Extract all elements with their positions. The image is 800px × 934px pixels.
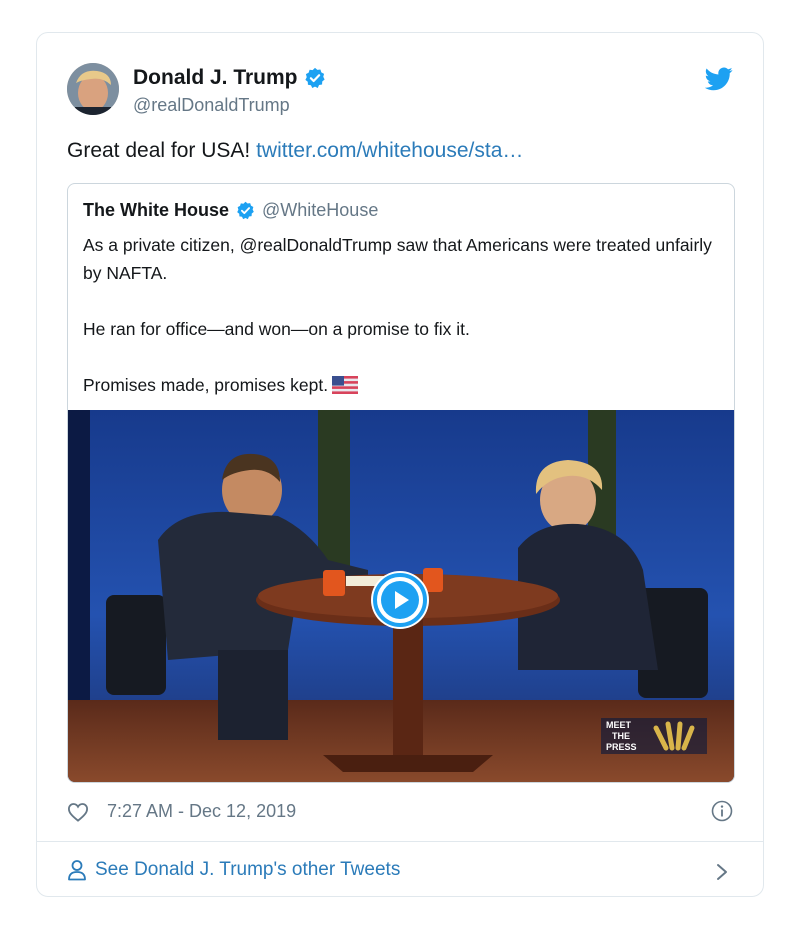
info-icon[interactable]: [711, 800, 733, 822]
watermark-line: MEET: [606, 720, 632, 730]
quoted-tweet-text: As a private citizen, @realDonaldTrump s…: [83, 231, 723, 399]
play-button[interactable]: [371, 571, 429, 629]
embedded-tweet-card: Donald J. Trump @realDonaldTrump Great d…: [36, 32, 764, 897]
chevron-right-icon[interactable]: [715, 862, 729, 882]
person-icon: [68, 860, 86, 881]
see-other-tweets-text: See Donald J. Trump's other Tweets: [95, 859, 401, 880]
watermark-line: PRESS: [606, 742, 637, 752]
us-flag-emoji-icon: [332, 376, 359, 394]
divider: [37, 841, 763, 842]
author-avatar[interactable]: [67, 63, 119, 115]
verified-badge-icon: [304, 67, 325, 88]
heart-icon[interactable]: [67, 802, 89, 822]
quoted-tweet[interactable]: The White House @WhiteHouse As a private…: [67, 183, 735, 783]
verified-badge-icon: [237, 201, 254, 220]
author-name-text: Donald J. Trump: [133, 66, 298, 89]
quoted-paragraph: Promises made, promises kept.: [83, 371, 723, 399]
video-player[interactable]: MEET THE PRESS: [68, 410, 734, 782]
play-icon: [373, 573, 427, 627]
quoted-tweet-header: The White House @WhiteHouse: [83, 200, 378, 221]
tweet-timestamp[interactable]: 7:27 AM - Dec 12, 2019: [107, 801, 296, 822]
watermark-line: THE: [612, 731, 630, 741]
quoted-author-handle: @WhiteHouse: [262, 200, 379, 220]
tweet-text: Great deal for USA! twitter.com/whitehou…: [67, 139, 523, 163]
quoted-paragraph: As a private citizen, @realDonaldTrump s…: [83, 235, 712, 283]
quoted-paragraph-text: Promises made, promises kept.: [83, 375, 329, 395]
tweet-link[interactable]: twitter.com/whitehouse/sta…: [256, 139, 523, 162]
see-other-tweets-link[interactable]: See Donald J. Trump's other Tweets: [67, 859, 400, 881]
twitter-bird-icon[interactable]: [705, 67, 733, 91]
tweet-text-body: Great deal for USA!: [67, 139, 257, 162]
tweet-meta: 7:27 AM - Dec 12, 2019: [67, 801, 296, 822]
author-handle[interactable]: @realDonaldTrump: [133, 95, 290, 116]
quoted-author-name: The White House: [83, 200, 230, 220]
author-name[interactable]: Donald J. Trump: [133, 66, 326, 90]
network-watermark: MEET THE PRESS: [601, 718, 707, 754]
quoted-paragraph: He ran for office—and won—on a promise t…: [83, 319, 470, 339]
